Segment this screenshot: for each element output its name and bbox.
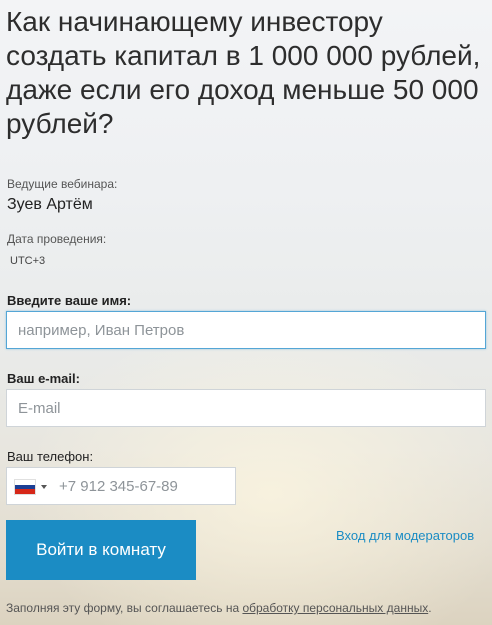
enter-room-button[interactable]: Войти в комнату [6, 520, 196, 580]
consent-end: . [428, 601, 432, 615]
name-input[interactable] [6, 311, 486, 349]
moderator-login-link[interactable]: Вход для модераторов [336, 528, 474, 543]
personal-data-link[interactable]: обработку персональных данных [242, 601, 428, 615]
email-label: Ваш e-mail: [7, 371, 80, 386]
russia-flag-icon [15, 480, 35, 494]
country-code-dropdown[interactable] [15, 480, 51, 494]
chevron-down-icon [41, 485, 47, 489]
consent-text: Заполняя эту форму, вы соглашаетесь на о… [6, 601, 432, 615]
phone-label: Ваш телефон: [7, 449, 94, 464]
phone-field [6, 467, 243, 505]
timezone-value: UTC+3 [10, 255, 46, 267]
presenters-label: Ведущие вебинара: [7, 177, 118, 191]
email-input[interactable] [6, 389, 486, 427]
presenter-name: Зуев Артём [7, 196, 93, 213]
webinar-entry-page: Как начинающему инвестору создать капита… [0, 0, 492, 625]
consent-prefix: Заполняя эту форму, вы соглашаетесь на [6, 601, 243, 615]
webinar-title: Как начинающему инвестору создать капита… [6, 6, 481, 139]
name-label: Введите ваше имя: [7, 293, 132, 308]
date-label: Дата проведения: [7, 232, 107, 246]
phone-input[interactable] [53, 469, 243, 503]
